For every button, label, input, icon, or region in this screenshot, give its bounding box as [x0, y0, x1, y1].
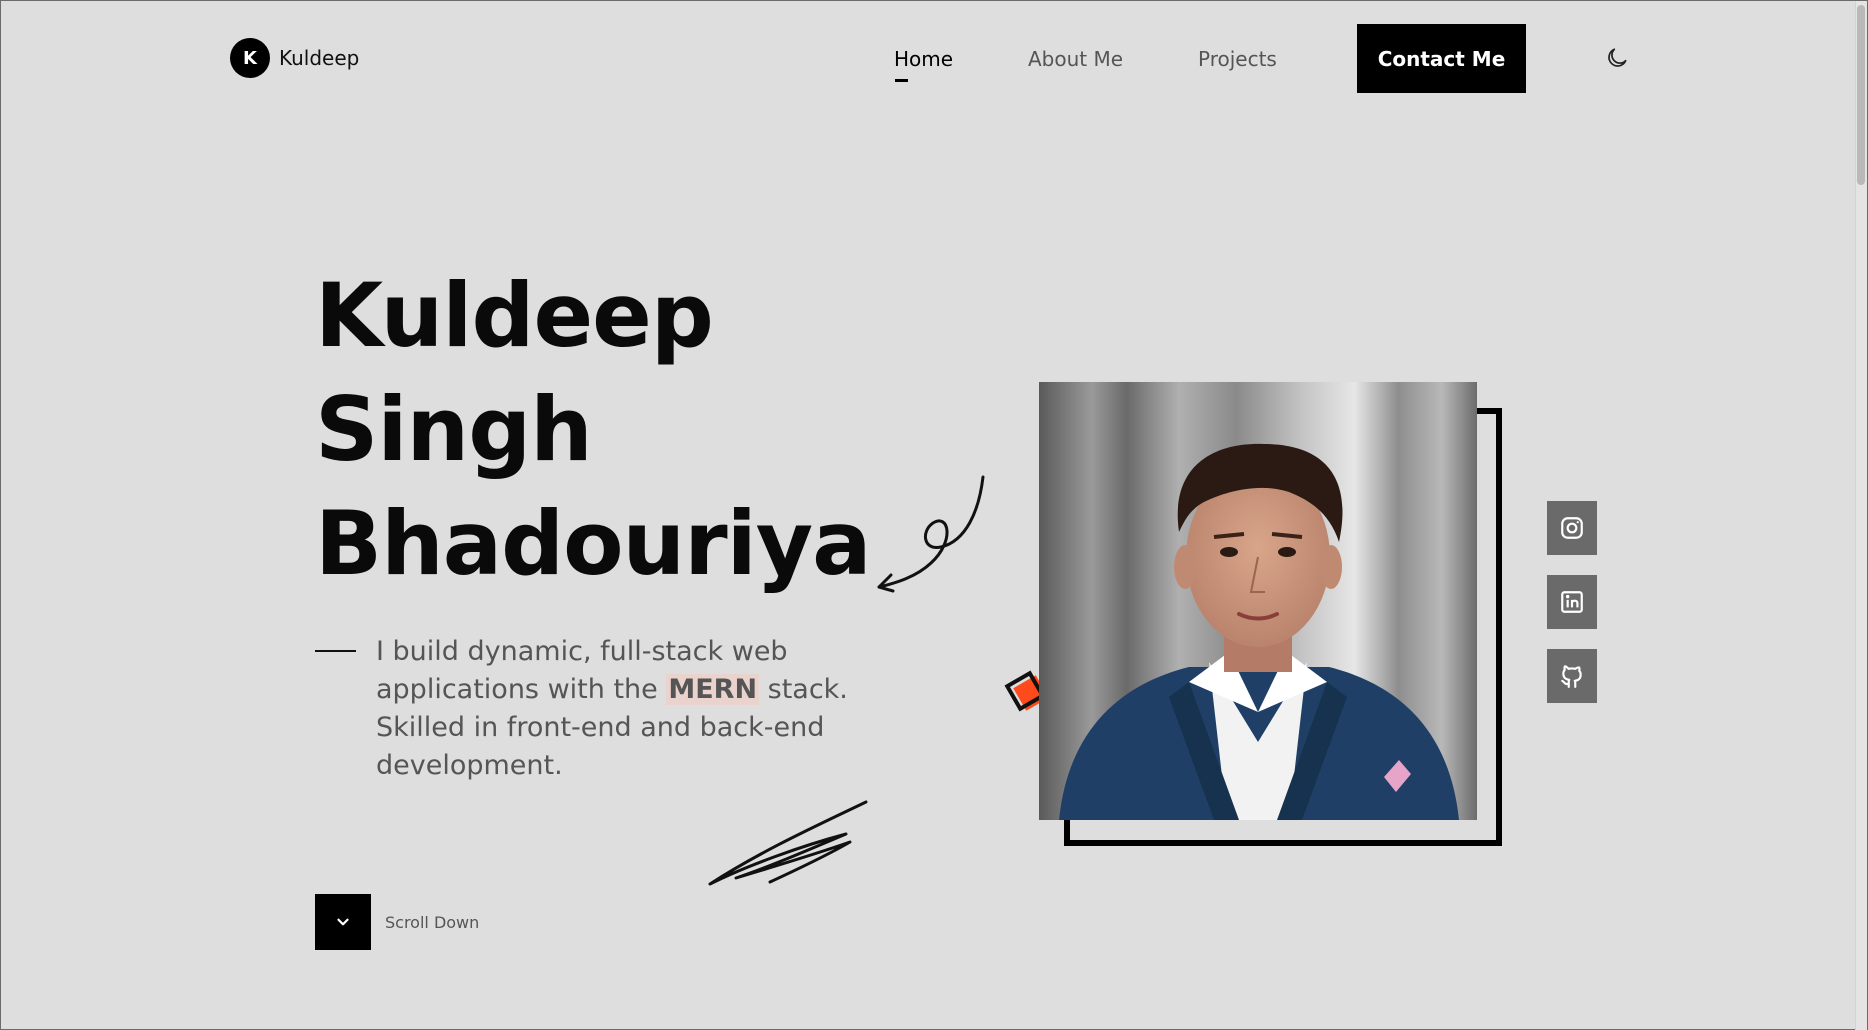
contact-me-button[interactable]: Contact Me — [1357, 24, 1526, 93]
brand-name[interactable]: Kuldeep — [279, 46, 359, 70]
hero-name: Kuldeep Singh Bhadouriya — [315, 259, 915, 601]
instagram-icon[interactable] — [1547, 501, 1597, 555]
hero-description: I build dynamic, full-stack web applicat… — [376, 633, 876, 785]
moon-icon[interactable] — [1604, 45, 1630, 71]
brand[interactable]: K Kuldeep — [230, 38, 359, 78]
scrollbar-thumb[interactable] — [1857, 5, 1865, 185]
nav-about-me[interactable]: About Me — [1028, 47, 1123, 71]
description-dash — [315, 650, 356, 652]
nav-active-indicator — [895, 79, 908, 82]
brand-logo[interactable]: K — [230, 38, 270, 78]
profile-photo — [1039, 382, 1477, 820]
hero-name-line-3: Bhadouriya — [315, 492, 872, 595]
scrollbar[interactable] — [1855, 1, 1867, 1030]
scribble-doodle — [708, 800, 868, 886]
nav-home[interactable]: Home — [894, 47, 953, 71]
hero-name-line-1: Kuldeep — [315, 264, 714, 367]
scroll-down-button[interactable] — [315, 894, 371, 950]
scroll-down-label[interactable]: Scroll Down — [385, 913, 479, 932]
description-highlight: MERN — [666, 674, 760, 705]
chevron-down-icon — [337, 918, 349, 926]
hero-name-line-2: Singh — [315, 378, 593, 481]
github-icon[interactable] — [1547, 649, 1597, 703]
nav-projects[interactable]: Projects — [1198, 47, 1277, 71]
linkedin-icon[interactable] — [1547, 575, 1597, 629]
curly-arrow-doodle — [877, 475, 985, 593]
